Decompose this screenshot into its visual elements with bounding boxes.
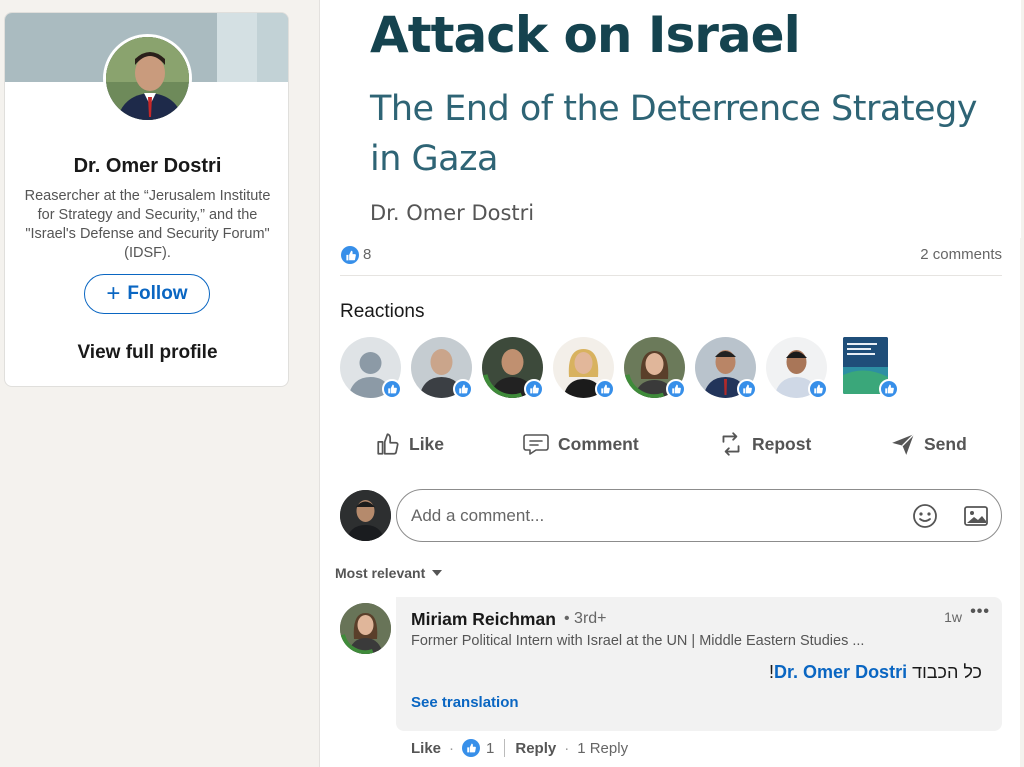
divider [340, 275, 1002, 276]
like-reaction-icon [879, 379, 899, 399]
see-translation-link[interactable]: See translation [411, 694, 519, 711]
comment-text: כל הכבוד Dr. Omer Dostri! [769, 662, 982, 683]
profile-avatar[interactable] [103, 34, 192, 123]
send-label: Send [924, 433, 967, 454]
like-reaction-icon [595, 379, 615, 399]
like-reaction-icon [341, 246, 359, 264]
connection-degree: • 3rd+ [564, 610, 607, 627]
reactions-heading: Reactions [340, 301, 425, 322]
follow-button[interactable]: + Follow [84, 274, 210, 314]
reactor-avatar-opentowork[interactable] [624, 337, 686, 399]
replies-count-link[interactable]: 1 Reply [577, 740, 628, 757]
reactor-avatar[interactable] [695, 337, 757, 399]
commenter-avatar[interactable] [340, 603, 391, 654]
follow-label: Follow [127, 283, 188, 304]
profile-card: Dr. Omer Dostri Reasercher at the “Jerus… [4, 12, 289, 387]
comment-reply-button[interactable]: Reply [515, 740, 556, 757]
commenter-headline: Former Political Intern with Israel at t… [411, 633, 865, 649]
comment-input[interactable] [411, 490, 891, 541]
like-reaction-icon [737, 379, 757, 399]
like-reaction-icon [453, 379, 473, 399]
repost-icon [722, 432, 740, 456]
comments-count-link[interactable]: 2 comments [920, 246, 1002, 263]
comment-like-button[interactable]: Like [411, 740, 441, 757]
document-preview[interactable]: Attack on Israel The End of the Deterren… [320, 0, 1021, 238]
like-label: Like [409, 433, 445, 454]
more-options-icon[interactable]: ••• [970, 603, 990, 621]
image-icon[interactable] [962, 502, 990, 530]
post-action-bar: Like Comment Repost Send [340, 420, 1002, 468]
post-panel: Attack on Israel The End of the Deterren… [319, 0, 1021, 767]
document-title: Attack on Israel [370, 6, 801, 64]
comment-icon [523, 434, 549, 455]
comment-actions: Like · 1 Reply · 1 Reply [411, 739, 629, 757]
like-count[interactable]: 8 [363, 246, 371, 263]
repost-button[interactable]: Repost [718, 420, 811, 468]
reactor-avatar[interactable] [340, 337, 402, 399]
plus-icon: + [106, 280, 121, 307]
profile-name[interactable]: Dr. Omer Dostri [5, 155, 288, 178]
like-reaction-icon [524, 379, 544, 399]
reactor-avatar[interactable] [553, 337, 615, 399]
profile-headline: Reasercher at the “Jerusalem Institute f… [24, 188, 271, 261]
current-user-avatar [340, 490, 391, 541]
commenter-name[interactable]: Miriam Reichman [411, 609, 556, 630]
reactor-avatar[interactable] [411, 337, 473, 399]
reactor-avatar[interactable] [766, 337, 828, 399]
mention-link[interactable]: Dr. Omer Dostri [774, 662, 907, 682]
document-author: Dr. Omer Dostri [370, 201, 535, 225]
thumbs-up-icon [377, 433, 399, 455]
like-button[interactable]: Like [375, 420, 444, 468]
emoji-icon[interactable] [911, 502, 939, 530]
comment-bubble: Miriam Reichman • 3rd+ Former Political … [396, 597, 1002, 731]
document-subtitle: The End of the Deterrence Strategy in Ga… [370, 89, 978, 179]
caret-down-icon [432, 570, 443, 576]
comment-label: Comment [558, 433, 639, 454]
reactor-avatar-book-cover[interactable] [837, 337, 899, 399]
like-reaction-icon [462, 739, 481, 757]
repost-label: Repost [752, 433, 812, 454]
view-full-profile-link[interactable]: View full profile [5, 342, 288, 364]
comment-hebrew-text: כל הכבוד [912, 662, 982, 682]
send-button[interactable]: Send [890, 420, 967, 468]
send-icon [892, 433, 915, 455]
sort-label: Most relevant [335, 565, 426, 581]
reactor-avatar-opentowork[interactable] [482, 337, 544, 399]
like-reaction-icon [666, 379, 686, 399]
comment-timestamp: 1w [944, 609, 962, 625]
comment-button[interactable]: Comment [522, 420, 639, 468]
like-reaction-icon [808, 379, 828, 399]
sort-comments-dropdown[interactable]: Most relevant [335, 565, 443, 581]
social-counts: 8 2 comments [340, 244, 1002, 268]
comment-like-count[interactable]: 1 [486, 740, 494, 757]
like-reaction-icon [382, 379, 402, 399]
comment-box [396, 489, 1002, 542]
